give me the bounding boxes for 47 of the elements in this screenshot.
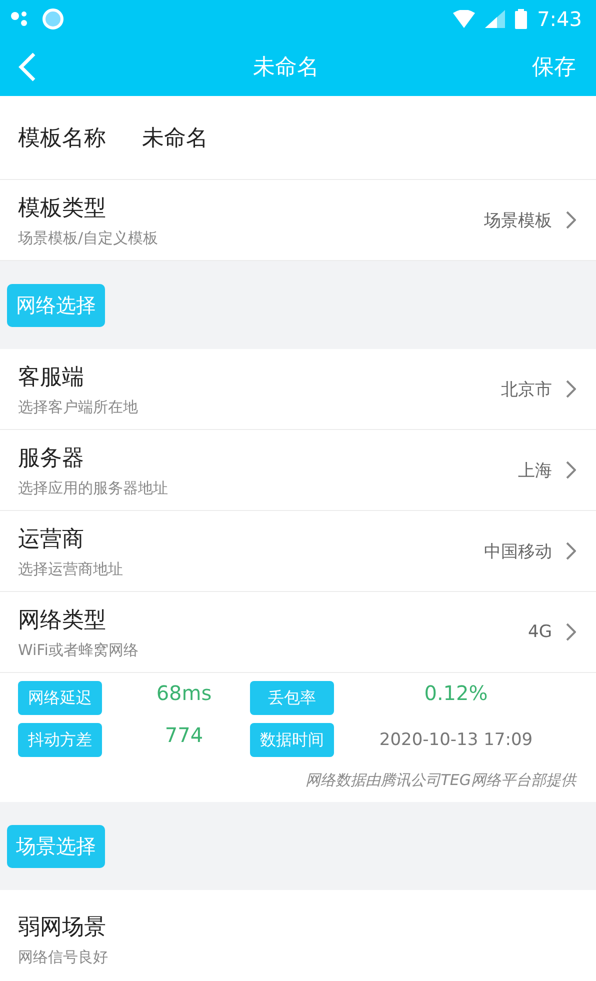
chevron-right-icon (566, 542, 576, 560)
metric-label: 网络延迟 (18, 681, 102, 715)
battery-icon (515, 9, 528, 29)
chevron-right-icon (566, 623, 576, 641)
section-chip: 场景选择 (7, 824, 105, 868)
section-chip: 网络选择 (7, 284, 105, 326)
status-time: 7:43 (537, 7, 582, 31)
row-hint: 选择运营商地址 (18, 560, 124, 578)
row-label: 网络类型 (18, 606, 107, 634)
row-label: 运营商 (18, 526, 85, 554)
setting-row[interactable]: 模板类型 场景模板/自定义模板 场景模板 (0, 180, 596, 261)
setting-row[interactable]: 服务器 选择应用的服务器地址 上海 (0, 430, 596, 511)
row-hint: 选择客户端所在地 (18, 398, 139, 416)
chevron-right-icon (566, 211, 576, 229)
metric-label: 数据时间 (250, 723, 334, 757)
row-label: 服务器 (18, 444, 85, 472)
row-value: 4G (528, 622, 552, 642)
metric-label: 丢包率 (250, 681, 334, 715)
row-label: 弱网场景 (18, 914, 107, 942)
row-hint: WiFi或者蜂窝网络 (18, 640, 140, 660)
signal-icon (485, 10, 506, 28)
page-title: 未命名 (252, 54, 320, 82)
setting-row[interactable]: 运营商 选择运营商地址 中国移动 (0, 511, 596, 592)
setting-row[interactable]: 客服端 选择客户端所在地 北京市 (0, 349, 596, 430)
wifi-icon (453, 10, 476, 28)
row-hint: 场景模板/自定义模板 (18, 228, 160, 248)
metric-value: 774 (164, 723, 204, 747)
data-credit: 网络数据由腾讯公司TEG网络平台部提供 (306, 771, 576, 789)
metric-value: 0.12% (423, 681, 489, 705)
row-label: 模板类型 (18, 194, 107, 222)
circle-icon (42, 8, 64, 30)
setting-row[interactable]: 网络类型 WiFi或者蜂窝网络 4G (0, 592, 596, 673)
row-value: 北京市 (501, 378, 552, 400)
row-label: 客服端 (18, 364, 85, 392)
row-hint: 网络信号良好 (18, 948, 109, 967)
metric-value: 2020-10-13 17:09 (378, 730, 534, 750)
template-name-field[interactable]: 未命名 (142, 122, 208, 152)
row-value: 场景模板 (484, 210, 552, 232)
metric-label: 抖动方差 (18, 723, 102, 757)
setting-row[interactable]: 弱网场景 网络信号良好 (0, 890, 596, 981)
metric-value: 68ms (155, 681, 213, 705)
chevron-right-icon (566, 461, 576, 479)
row-value: 中国移动 (484, 540, 552, 562)
chevron-right-icon (566, 380, 576, 398)
row-value: 上海 (518, 460, 552, 482)
row-label: 模板名称 (18, 124, 106, 152)
row-hint: 选择应用的服务器地址 (18, 478, 169, 498)
